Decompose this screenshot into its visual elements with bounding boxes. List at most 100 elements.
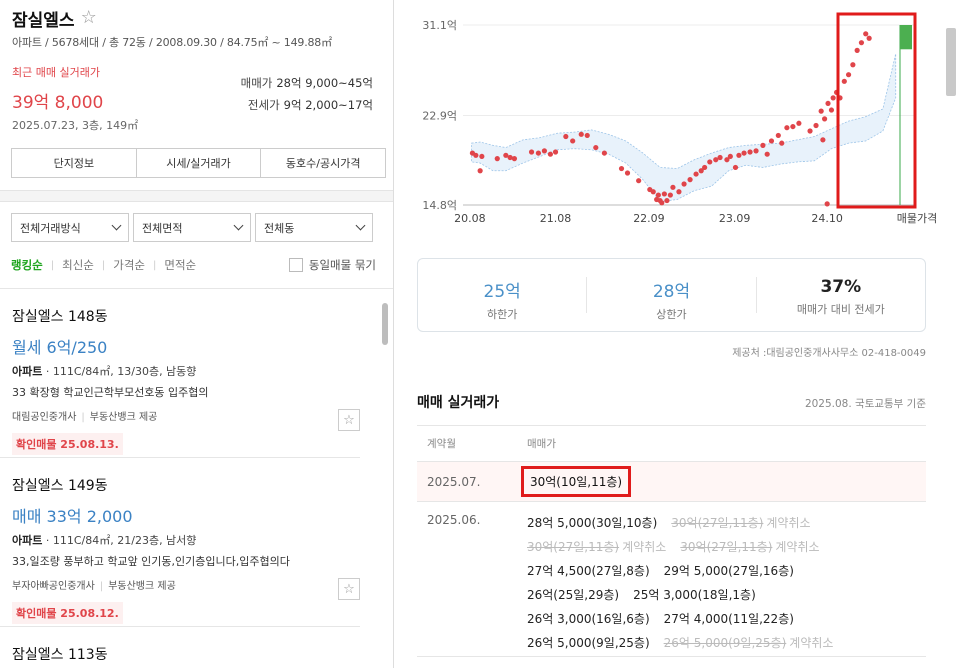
upper-price-label: 상한가 (656, 308, 687, 321)
sort-divider: | (153, 259, 157, 271)
tab-complex-info[interactable]: 단지정보 (12, 149, 137, 177)
price-summary: 25억 하한가 28억 상한가 37% 매매가 대비 전세가 (417, 258, 926, 332)
sale-point (850, 62, 856, 68)
sale-point (779, 140, 785, 146)
sale-point (825, 100, 831, 107)
listing-type: 아파트 (12, 534, 43, 547)
lower-price-label: 하한가 (486, 308, 518, 321)
building-dropdown[interactable]: 전체동 (255, 213, 373, 242)
deal-line: 30억(27일,11층) 계약취소 30억(27일,11층) 계약취소 (527, 534, 926, 558)
listing-provider: 부동산뱅크 제공 (89, 412, 158, 423)
sale-point (664, 197, 670, 204)
deal-list: 28억 5,000(30일,10층) 30억(27일,11층) 계약취소 30억(… (527, 510, 926, 654)
tab-price-history[interactable]: 시세/실거래가 (137, 149, 262, 177)
listing-spec-text: 111C/84㎡, 13/30층, 남동향 (52, 365, 197, 378)
sale-point (717, 154, 723, 161)
recent-price-block: 최근 매매 실거래가 39억 8,000 2025.07.23, 3층, 149… (12, 64, 381, 136)
deal-entry: 26억(25일,29층) (527, 587, 620, 602)
sort-price[interactable]: 가격순 (113, 257, 145, 273)
sort-ranking[interactable]: 랭킹순 (11, 257, 43, 273)
same-listing-label: 동일매물 묶기 (308, 258, 376, 272)
deal-entry: 27억 4,000(11일,22층) (663, 611, 794, 626)
building-value: 전체동 (264, 221, 295, 235)
sale-point (547, 151, 553, 157)
confirmed-badge: 확인매물 25.08.13. (12, 433, 123, 455)
list-item[interactable]: 잠실엘스 148동 월세 6억/250 아파트 · 111C/84㎡, 13/3… (0, 289, 360, 458)
sale-point (736, 152, 742, 158)
listing-list: 잠실엘스 148동 월세 6억/250 아파트 · 111C/84㎡, 13/3… (0, 289, 393, 668)
listing-desc: 33 확장형 학교인근학부모선호동 입주협의 (12, 386, 209, 399)
deal-cancelled-price: 30억(27일,11층) (671, 515, 764, 530)
sale-point (541, 148, 548, 154)
list-scrollbar[interactable] (382, 303, 388, 345)
list-item[interactable]: 잠실엘스 149동 매매 33억 2,000 아파트 · 111C/84㎡, 2… (0, 458, 360, 627)
deal-entry-cancelled: 30억(27일,11층) 계약취소 (527, 538, 666, 555)
jeonse-range-label: 전세가 (247, 98, 280, 112)
detail-scrollbar[interactable] (946, 28, 956, 636)
area-dropdown[interactable]: 전체면적 (133, 213, 251, 242)
chevron-down-icon (355, 220, 366, 231)
sale-point (768, 138, 775, 144)
confirmed-badge: 확인매물 25.08.12. (12, 602, 123, 624)
sale-point (650, 189, 656, 195)
jeonse-ratio-value: 37% (820, 277, 862, 297)
filter-bar: 전체거래방식 전체면적 전체동 (0, 202, 393, 242)
sort-latest[interactable]: 최신순 (62, 257, 94, 273)
cancel-tag: 계약취소 (775, 539, 820, 554)
same-listing-toggle[interactable]: 동일매물 묶기 (288, 257, 376, 273)
col-month: 계약월 (427, 438, 456, 450)
sale-point (821, 116, 828, 122)
lower-price-stat: 25억 하한가 (418, 277, 588, 321)
listing-desc: 33,일조량 풍부하고 학교앞 인기동,인기층입니다,입주협의다 (12, 555, 290, 568)
price-chart: 31.1억 22.9억 14.8억20.08 21.08 22.09 23.09 24.10… (422, 12, 937, 225)
sale-point (473, 152, 479, 158)
sale-point (858, 40, 865, 46)
deal-cancelled-price: 26억 5,000(9일,25층) (663, 635, 787, 650)
sale-point (702, 164, 708, 171)
sale-point (667, 192, 673, 198)
agent-name: 대림공인중개사 (12, 412, 77, 423)
list-item[interactable]: 잠실엘스 113동 (0, 627, 360, 668)
price-detail-panel: 31.1억 22.9억 14.8억 20.08 21.08 22.09 23.09 24.10… (395, 0, 959, 668)
sort-divider: | (50, 259, 55, 271)
deal-entry-cancelled: 30억(27일,11층) 계약취소 (671, 514, 810, 531)
complex-meta: 아파트 / 5678세대 / 총 72동 / 2008.09.30 / 84.7… (12, 36, 332, 49)
sale-point (477, 168, 483, 174)
sale-point (618, 165, 625, 172)
sale-point (528, 149, 535, 155)
deal-entry: 25억 3,000(18일,1층) (633, 587, 756, 602)
favorite-star-icon[interactable]: ☆ (81, 9, 97, 27)
deal-type-value: 전체거래방식 (20, 221, 81, 235)
y-tick-label: 22.9억 (422, 110, 457, 123)
cancel-tag: 계약취소 (789, 635, 834, 650)
price-range: 매매가 28억 9,000~45억 전세가 9억 2,000~17억 (241, 72, 373, 116)
sale-point (824, 201, 830, 207)
sort-area[interactable]: 면적순 (164, 257, 196, 273)
deal-type-dropdown[interactable]: 전체거래방식 (11, 213, 129, 242)
favorite-star-icon[interactable]: ☆ (338, 409, 360, 431)
sale-point (601, 150, 607, 156)
sale-point (624, 170, 631, 176)
sale-point (790, 123, 796, 130)
sale-point (828, 107, 835, 113)
y-tick-label: 31.1억 (422, 19, 457, 32)
agent-divider: | (99, 581, 104, 592)
sale-point (820, 137, 826, 143)
deals-title: 매매 실거래가 (417, 395, 500, 411)
sale-point (845, 72, 852, 78)
cancel-tag: 계약취소 (766, 515, 811, 530)
highlighted-deal: 30억(10일,11층) (521, 466, 632, 497)
sale-point (681, 181, 687, 187)
sale-point (866, 35, 872, 41)
deal-entry-cancelled: 30억(27일,11층) 계약취소 (680, 538, 819, 555)
tab-unit-price[interactable]: 동호수/공시가격 (261, 149, 385, 177)
deal-entry: 29억 5,000(27일,16층) (663, 563, 794, 578)
sale-point (813, 122, 819, 129)
detail-scrollbar-thumb[interactable] (946, 28, 956, 96)
sale-point (584, 132, 590, 139)
info-tabs: 단지정보 시세/실거래가 동호수/공시가격 (11, 148, 386, 178)
same-listing-checkbox[interactable] (288, 258, 303, 272)
favorite-star-icon[interactable]: ☆ (338, 578, 360, 600)
sale-point (741, 150, 747, 156)
sale-point (807, 128, 813, 134)
